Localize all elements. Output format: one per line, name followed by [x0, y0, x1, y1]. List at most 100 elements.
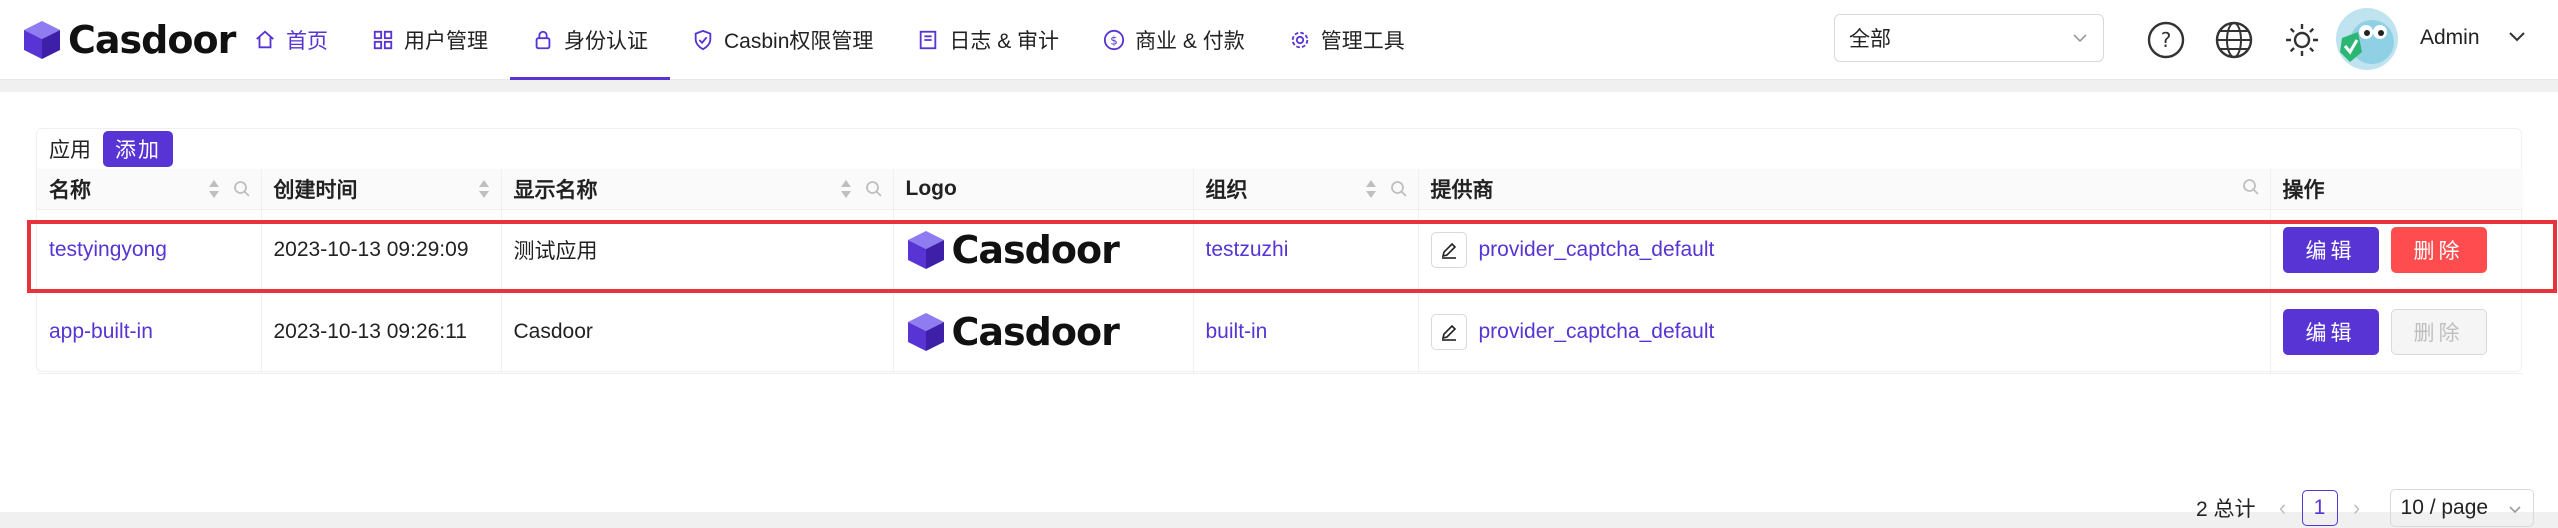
- edit-provider-button[interactable]: [1430, 314, 1467, 350]
- chevron-down-icon: [2073, 34, 2087, 43]
- main-nav: 首页 用户管理 身份认证 Casbin权限管理 日志 & 审计 $ 商业 & 付…: [232, 0, 1427, 80]
- add-button[interactable]: 添加: [103, 131, 173, 167]
- cube-logo-icon: [907, 313, 944, 351]
- column-provider-label: 提供商: [1430, 178, 1494, 202]
- app-name-link[interactable]: testyingyong: [49, 238, 167, 261]
- column-header-logo: Logo: [893, 169, 1194, 210]
- page-number[interactable]: 1: [2301, 490, 2338, 526]
- page-size-value: 10 / page: [2400, 496, 2489, 519]
- applications-table-panel: 应用 添加 名称 创建时间 显示名称 Logo 组织 提供商 操作 testyi…: [36, 128, 2523, 374]
- column-header-actions: 操作: [2270, 169, 2523, 210]
- column-header-created[interactable]: 创建时间: [261, 169, 502, 210]
- prev-page-icon[interactable]: ‹: [2270, 495, 2296, 521]
- total-count: 2 总计: [2196, 498, 2256, 521]
- sort-icon[interactable]: [1364, 178, 1378, 200]
- edit-button[interactable]: 编辑: [2282, 227, 2379, 273]
- nav-identity[interactable]: 身份认证: [510, 0, 670, 80]
- created-time: 2023-10-13 09:29:09: [273, 238, 469, 261]
- provider-cell: provider_captcha_default: [1430, 232, 2258, 268]
- edit-button[interactable]: 编辑: [2282, 309, 2379, 355]
- app-logo-text: Casdoor: [951, 310, 1120, 354]
- chevron-down-icon: [2508, 506, 2521, 514]
- user-menu-chevron-icon[interactable]: [2506, 26, 2528, 48]
- content-card: 应用 添加 名称 创建时间 显示名称 Logo 组织 提供商 操作 testyi…: [0, 92, 2558, 527]
- nav-logs-label: 日志 & 审计: [949, 30, 1060, 53]
- pagination: 2 总计 ‹ 1 › 10 / page: [2196, 488, 2534, 528]
- column-search-icon[interactable]: [865, 180, 883, 198]
- column-logo-label: Logo: [905, 176, 957, 200]
- organization-link[interactable]: built-in: [1206, 320, 1268, 343]
- organization-select[interactable]: 全部: [1834, 14, 2104, 62]
- nav-admin-tools[interactable]: 管理工具: [1267, 0, 1427, 80]
- help-icon[interactable]: ?: [2146, 20, 2186, 60]
- table-row: app-built-in 2023-10-13 09:26:11 Casdoor…: [37, 291, 2523, 374]
- column-header-organization[interactable]: 组织: [1193, 169, 1419, 210]
- column-created-label: 创建时间: [273, 178, 358, 202]
- column-header-display-name[interactable]: 显示名称: [501, 169, 894, 210]
- pencil-icon: [1441, 324, 1456, 341]
- gear-icon: [1291, 31, 1308, 49]
- display-name: Casdoor: [513, 320, 593, 343]
- nav-home-label: 首页: [286, 30, 328, 53]
- display-name: 测试应用: [513, 240, 598, 263]
- dollar-icon: $: [1103, 29, 1125, 51]
- app-logo-text: Casdoor: [951, 228, 1120, 272]
- cube-logo-icon: [24, 21, 60, 59]
- language-globe-icon[interactable]: [2214, 20, 2254, 60]
- pencil-icon: [1441, 242, 1456, 259]
- table-title-bar: 应用 添加: [49, 129, 173, 169]
- delete-button-disabled: 删除: [2390, 309, 2487, 355]
- table-row: testyingyong 2023-10-13 09:29:09 测试应用 Ca…: [37, 209, 2523, 292]
- provider-cell: provider_captcha_default: [1430, 314, 2258, 350]
- app-logo[interactable]: Casdoor: [906, 228, 1181, 272]
- brand-name: Casdoor: [68, 18, 236, 62]
- lock-icon: [535, 30, 551, 50]
- app-name-link[interactable]: app-built-in: [49, 320, 153, 343]
- provider-link[interactable]: provider_captcha_default: [1479, 320, 1715, 344]
- organization-select-value: 全部: [1849, 28, 1891, 51]
- user-name[interactable]: Admin: [2420, 26, 2480, 50]
- next-page-icon[interactable]: ›: [2344, 495, 2370, 521]
- table-title: 应用: [49, 139, 91, 162]
- avatar-image-icon: [2340, 20, 2394, 64]
- column-header-provider[interactable]: 提供商: [1418, 169, 2271, 210]
- svg-text:$: $: [1110, 34, 1118, 48]
- nav-admin-tools-label: 管理工具: [1320, 30, 1405, 53]
- shield-icon: [694, 29, 712, 51]
- column-actions-label: 操作: [2282, 178, 2325, 202]
- nav-business[interactable]: $ 商业 & 付款: [1081, 0, 1267, 80]
- sort-icon[interactable]: [477, 178, 491, 200]
- svg-text:?: ?: [2161, 28, 2172, 52]
- top-header: Casdoor 首页 用户管理 身份认证 Casbin权限管理 日志 & 审计 …: [0, 0, 2558, 80]
- nav-home[interactable]: 首页: [232, 0, 350, 80]
- column-search-icon[interactable]: [2242, 178, 2260, 196]
- column-search-icon[interactable]: [1390, 180, 1408, 198]
- page-size-select[interactable]: 10 / page: [2389, 489, 2534, 527]
- organization-link[interactable]: testzuzhi: [1206, 238, 1289, 261]
- sort-icon[interactable]: [207, 178, 221, 200]
- column-display-name-label: 显示名称: [513, 178, 598, 202]
- nav-identity-label: 身份认证: [564, 30, 648, 53]
- column-search-icon[interactable]: [233, 180, 251, 198]
- cube-logo-icon: [907, 231, 944, 269]
- sort-icon[interactable]: [839, 178, 853, 200]
- nav-casbin[interactable]: Casbin权限管理: [670, 0, 895, 80]
- log-icon: [920, 30, 937, 50]
- theme-sun-icon[interactable]: [2282, 20, 2322, 60]
- column-header-name[interactable]: 名称: [37, 169, 262, 210]
- edit-provider-button[interactable]: [1430, 232, 1467, 268]
- table-header-row: 名称 创建时间 显示名称 Logo 组织 提供商 操作: [37, 169, 2523, 210]
- delete-button[interactable]: 删除: [2390, 227, 2487, 273]
- nav-user-management-label: 用户管理: [404, 30, 488, 53]
- applications-table: 名称 创建时间 显示名称 Logo 组织 提供商 操作 testyingyong…: [37, 169, 2523, 374]
- avatar[interactable]: [2336, 8, 2398, 70]
- brand-logo[interactable]: Casdoor: [22, 14, 236, 66]
- provider-link[interactable]: provider_captcha_default: [1479, 238, 1715, 262]
- nav-logs[interactable]: 日志 & 审计: [895, 0, 1081, 80]
- app-logo[interactable]: Casdoor: [906, 310, 1181, 354]
- nav-business-label: 商业 & 付款: [1135, 30, 1245, 53]
- grid-icon: [373, 30, 393, 50]
- nav-user-management[interactable]: 用户管理: [350, 0, 510, 80]
- column-organization-label: 组织: [1205, 178, 1248, 202]
- nav-casbin-label: Casbin权限管理: [724, 30, 874, 53]
